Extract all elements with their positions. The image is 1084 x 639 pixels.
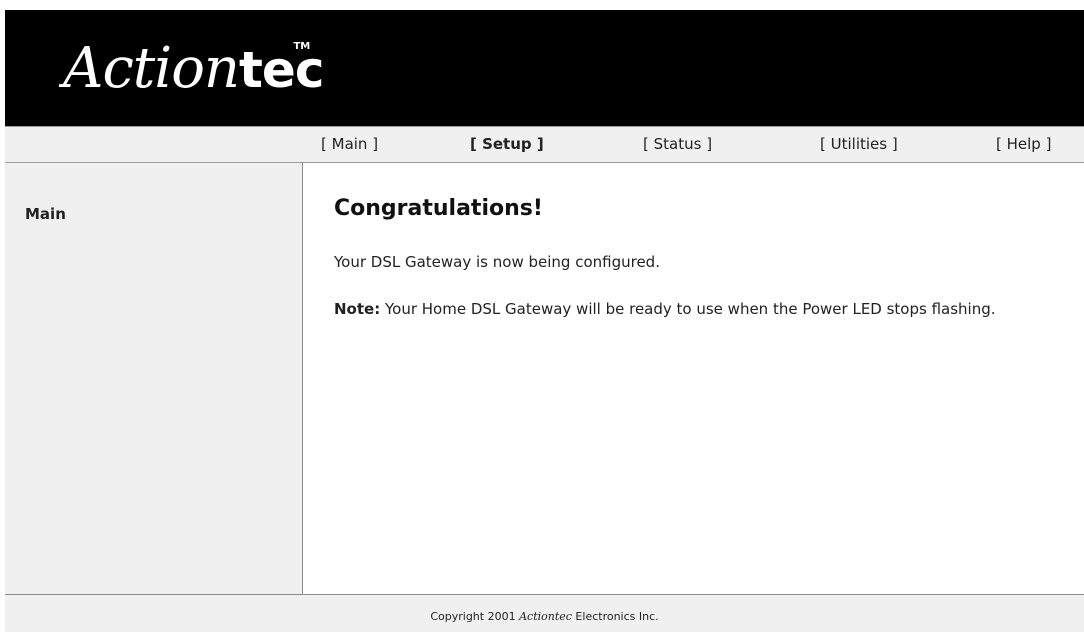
logo-bold-text: tec [239, 41, 324, 99]
nav-bracket-close: ] [887, 135, 898, 153]
nav-main-label: Main [331, 135, 368, 153]
nav-bracket-close: ] [367, 135, 379, 153]
nav-utilities-label: Utilities [830, 135, 888, 153]
nav-setup[interactable]: [ Setup ] [470, 127, 544, 162]
copyright-suffix: Electronics Inc. [571, 610, 659, 623]
copyright-brand: Actiontec [519, 610, 572, 623]
note-label: Note: [334, 300, 381, 318]
note-text: Note: Your Home DSL Gateway will be read… [334, 299, 1054, 319]
footer-copyright: Copyright 2001 Actiontec Electronics Inc… [5, 594, 1084, 632]
status-message: Your DSL Gateway is now being configured… [334, 253, 660, 271]
copyright-prefix: Copyright 2001 [430, 610, 520, 623]
nav-status-label: Status [653, 135, 702, 153]
nav-help[interactable]: [ Help ] [996, 127, 1051, 162]
logo-trademark: TM [293, 41, 311, 52]
nav-bracket-open: [ [996, 135, 1007, 153]
nav-help-label: Help [1006, 135, 1041, 153]
page-title: Congratulations! [334, 196, 543, 221]
nav-bracket-close: ] [531, 135, 544, 153]
actiontec-logo: Action tec TM [63, 24, 324, 114]
nav-bracket-open: [ [820, 135, 831, 153]
logo-script-text: Action [63, 36, 240, 101]
top-nav: [ Main ] [ Setup ] [ Status ] [ Utilitie… [5, 126, 1084, 163]
nav-bracket-open: [ [321, 135, 332, 153]
nav-setup-label: Setup [482, 135, 532, 153]
nav-bracket-close: ] [1040, 135, 1052, 153]
header-banner: Action tec TM [5, 10, 1084, 126]
nav-bracket-open: [ [643, 135, 654, 153]
nav-utilities[interactable]: [ Utilities ] [820, 127, 898, 162]
nav-bracket-close: ] [701, 135, 713, 153]
sidebar: Main [5, 163, 303, 594]
note-body: Your Home DSL Gateway will be ready to u… [380, 300, 996, 318]
nav-main[interactable]: [ Main ] [321, 127, 378, 162]
sidebar-item-main[interactable]: Main [25, 205, 66, 223]
nav-bracket-open: [ [470, 135, 483, 153]
nav-status[interactable]: [ Status ] [643, 127, 712, 162]
main-content: Congratulations! Your DSL Gateway is now… [303, 163, 1084, 594]
